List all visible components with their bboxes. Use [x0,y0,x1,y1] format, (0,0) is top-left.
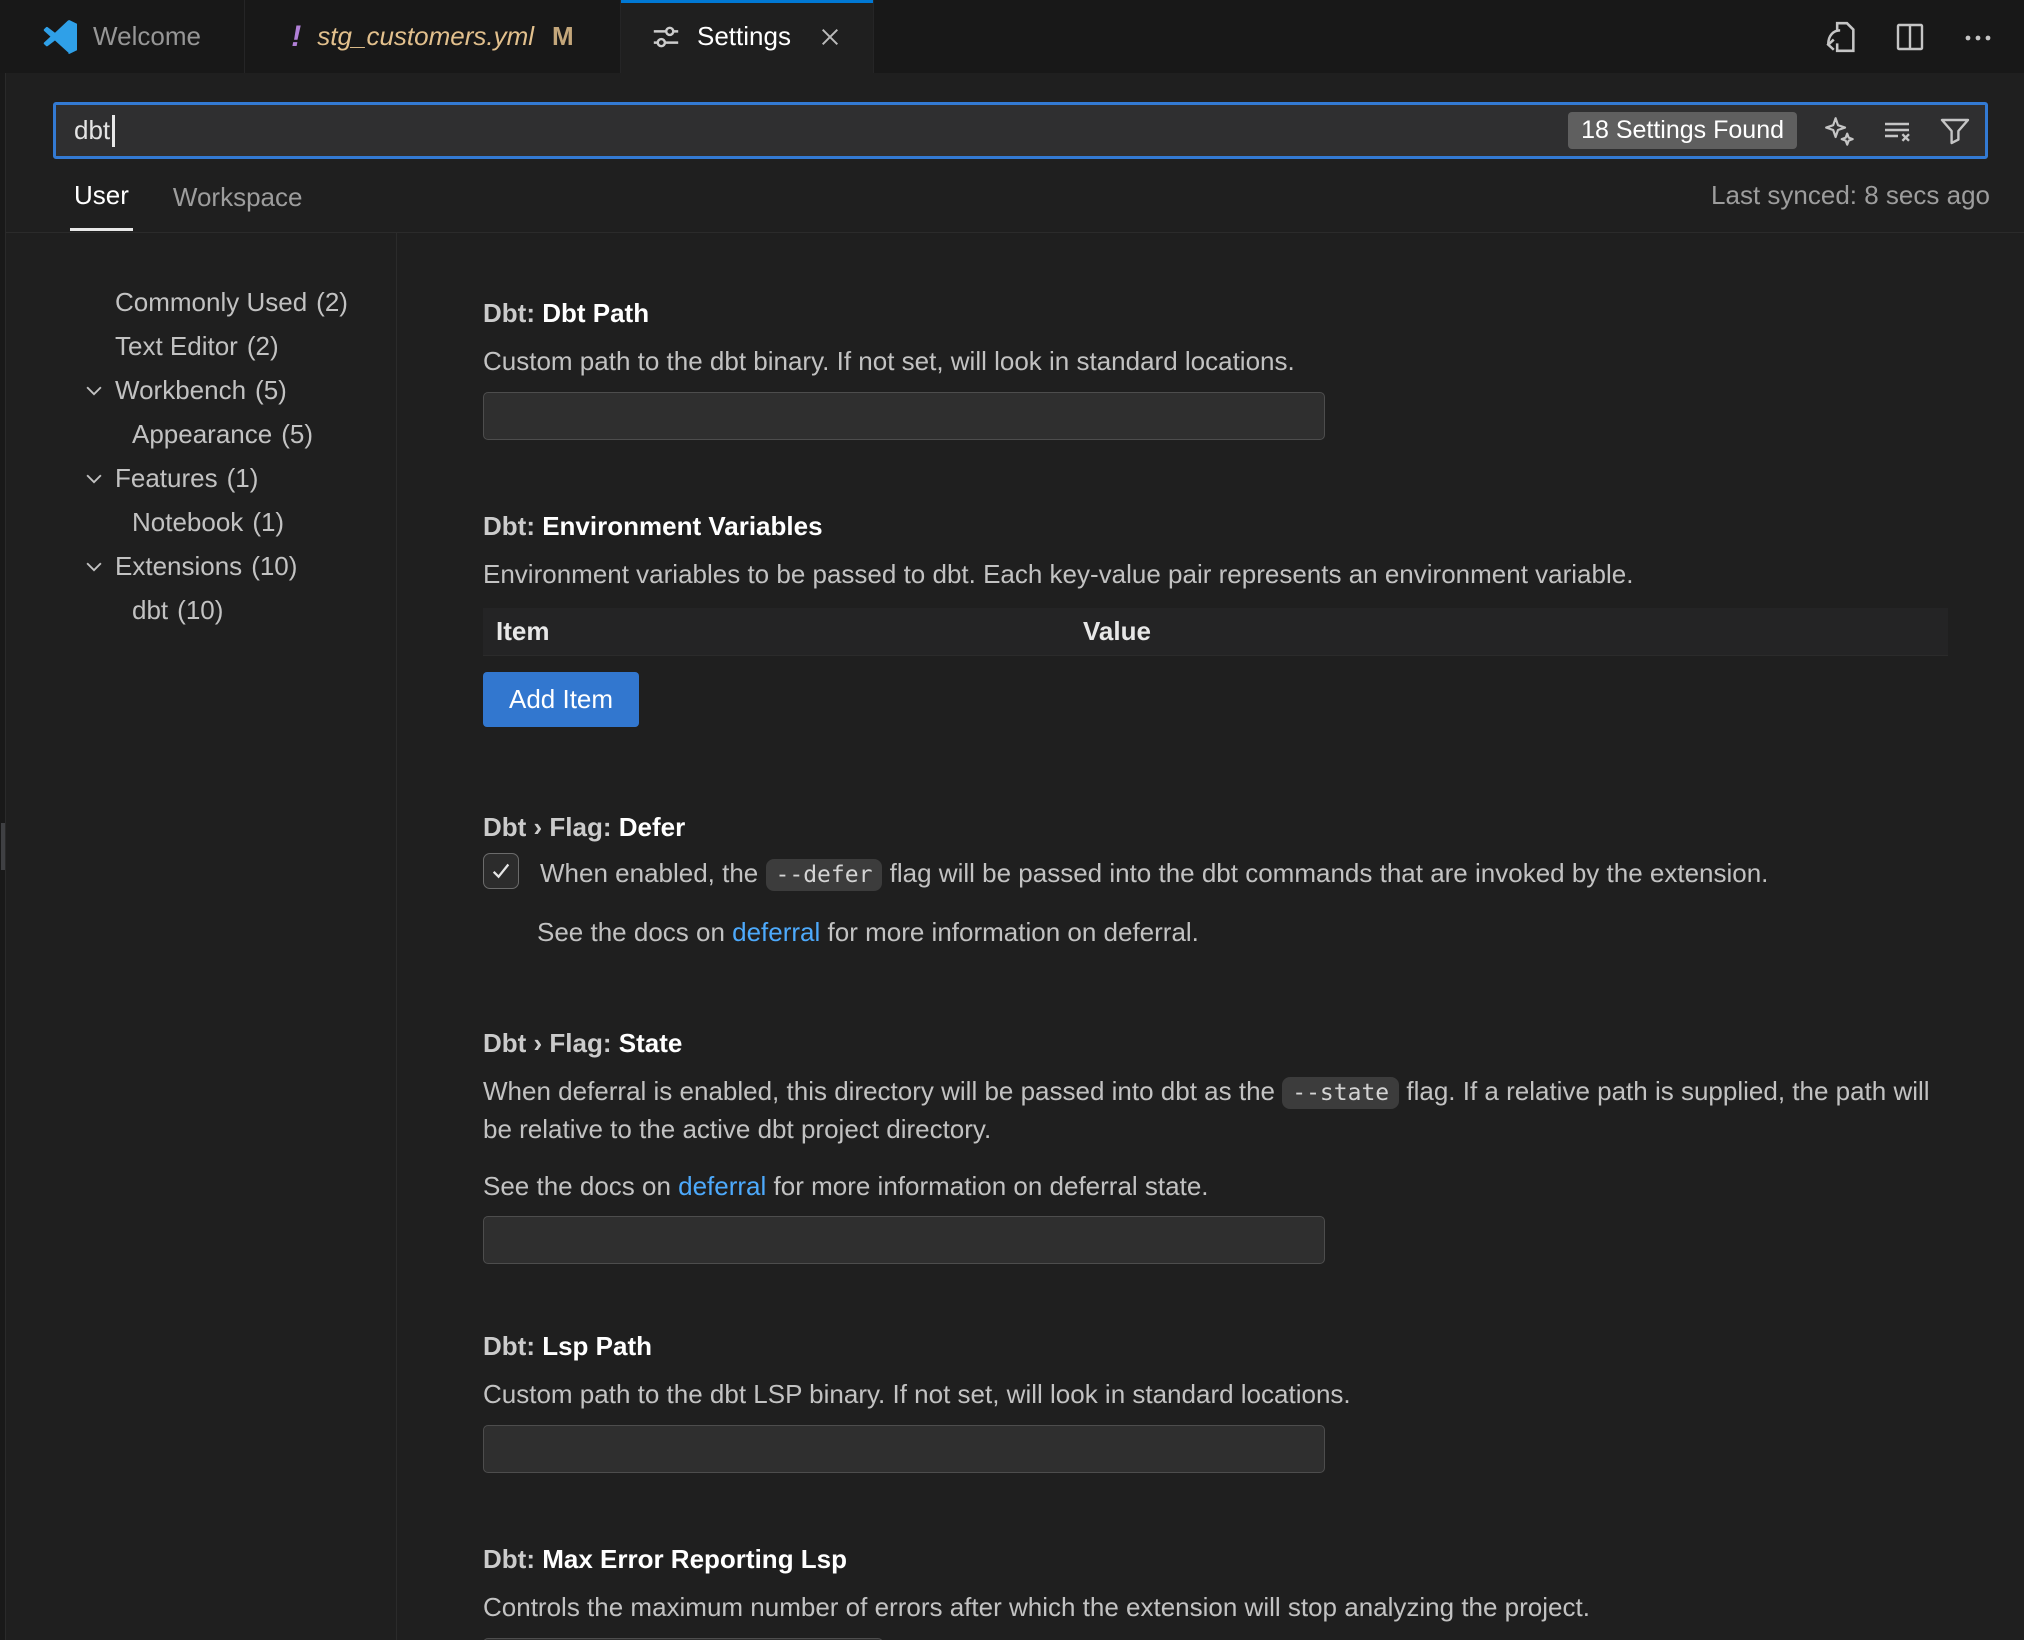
close-tab-icon[interactable] [817,24,843,50]
vscode-window: Welcome ! stg_customers.yml M Settings [0,0,2024,1640]
chevron-down-icon[interactable] [83,555,115,577]
lsp-path-input[interactable] [483,1425,1325,1473]
setting-description: Controls the maximum number of errors af… [483,1589,1948,1625]
setting-title: Dbt: Max Error Reporting Lsp [483,1543,1948,1575]
add-item-button[interactable]: Add Item [483,672,639,727]
tab-label: Settings [697,21,791,52]
code-chip-state: --state [1282,1077,1399,1109]
tab-label: stg_customers.yml [317,21,534,52]
setting-description: Environment variables to be passed to db… [483,556,1948,592]
state-directory-input[interactable] [483,1216,1325,1264]
results-count-badge: 18 Settings Found [1568,112,1797,149]
column-header-item: Item [483,616,1083,647]
settings-list: Dbt: Dbt Path Custom path to the dbt bin… [397,233,2024,1640]
chevron-down-icon[interactable] [83,379,115,401]
setting-description: Custom path to the dbt LSP binary. If no… [483,1376,1948,1412]
toc-item-workbench[interactable]: Workbench (5) [0,368,396,412]
chevron-down-icon[interactable] [83,467,115,489]
editor-actions [874,0,2024,73]
setting-description: When deferral is enabled, this directory… [483,1073,1948,1147]
setting-title: Dbt: Environment Variables [483,510,1948,542]
tab-stg-customers-yml[interactable]: ! stg_customers.yml M [245,0,621,73]
setting-title: Dbt: Dbt Path [483,297,1948,329]
settings-sliders-icon [651,22,681,52]
code-chip-defer: --defer [766,859,883,891]
ai-sparkle-search-icon[interactable] [1823,115,1855,147]
docs-note: See the docs on deferral for more inform… [483,1169,1948,1203]
toc-item-dbt[interactable]: dbt (10) [0,588,396,632]
setting-environment-variables: Dbt: Environment Variables Environment v… [483,510,1948,727]
text-caret [112,115,115,147]
setting-flag-state: Dbt › Flag: State When deferral is enabl… [483,1027,1948,1264]
settings-toc: Commonly Used (2) Text Editor (2) Workbe… [0,233,397,1640]
modified-badge: M [552,21,574,52]
toc-item-text-editor[interactable]: Text Editor (2) [0,324,396,368]
search-query-text: dbt [74,115,110,146]
tab-workspace[interactable]: Workspace [169,162,307,230]
setting-max-error-reporting-lsp: Dbt: Max Error Reporting Lsp Controls th… [483,1543,1948,1640]
setting-title: Dbt › Flag: Defer [483,811,1948,843]
settings-scope-row: User Workspace Last synced: 8 secs ago [0,159,2024,233]
env-variables-table: Item Value [483,608,1948,656]
setting-dbt-path: Dbt: Dbt Path Custom path to the dbt bin… [483,297,1948,440]
clear-search-filters-icon[interactable] [1881,115,1913,147]
docs-note: See the docs on deferral for more inform… [483,915,1948,949]
settings-search-row: dbt 18 Settings Found [0,73,2024,159]
yaml-file-icon: ! [291,20,301,54]
filter-icon[interactable] [1939,115,1971,147]
setting-title: Dbt › Flag: State [483,1027,1948,1059]
open-settings-json-icon[interactable] [1824,20,1858,54]
deferral-docs-link[interactable]: deferral [732,917,820,947]
dbt-path-input[interactable] [483,392,1325,440]
setting-lsp-path: Dbt: Lsp Path Custom path to the dbt LSP… [483,1330,1948,1473]
last-synced-label: Last synced: 8 secs ago [1711,180,1990,211]
toc-item-extensions[interactable]: Extensions (10) [0,544,396,588]
column-header-value: Value [1083,616,1151,647]
editor-tab-bar: Welcome ! stg_customers.yml M Settings [0,0,2024,73]
toc-item-notebook[interactable]: Notebook (1) [0,500,396,544]
setting-flag-defer: Dbt › Flag: Defer When enabled, the --de… [483,811,1948,949]
setting-title: Dbt: Lsp Path [483,1330,1948,1362]
sash-handle[interactable] [1,823,5,870]
more-actions-icon[interactable] [1962,21,1994,53]
checkbox-label: When enabled, the --defer flag will be p… [540,855,1768,893]
defer-checkbox-checked[interactable] [483,853,519,889]
tab-label: Welcome [93,21,201,52]
tab-welcome[interactable]: Welcome [0,0,245,73]
toc-item-commonly-used[interactable]: Commonly Used (2) [0,280,396,324]
split-editor-icon[interactable] [1894,21,1926,53]
table-header-row: Item Value [483,608,1948,656]
setting-description: Custom path to the dbt binary. If not se… [483,343,1948,379]
deferral-docs-link[interactable]: deferral [678,1171,766,1201]
toc-item-appearance[interactable]: Appearance (5) [0,412,396,456]
vscode-logo-icon [43,20,77,54]
tab-settings[interactable]: Settings [621,0,874,73]
toc-item-features[interactable]: Features (1) [0,456,396,500]
left-sash[interactable] [0,73,6,1640]
tab-user[interactable]: User [70,160,133,231]
settings-search-input[interactable]: dbt 18 Settings Found [53,102,1988,159]
